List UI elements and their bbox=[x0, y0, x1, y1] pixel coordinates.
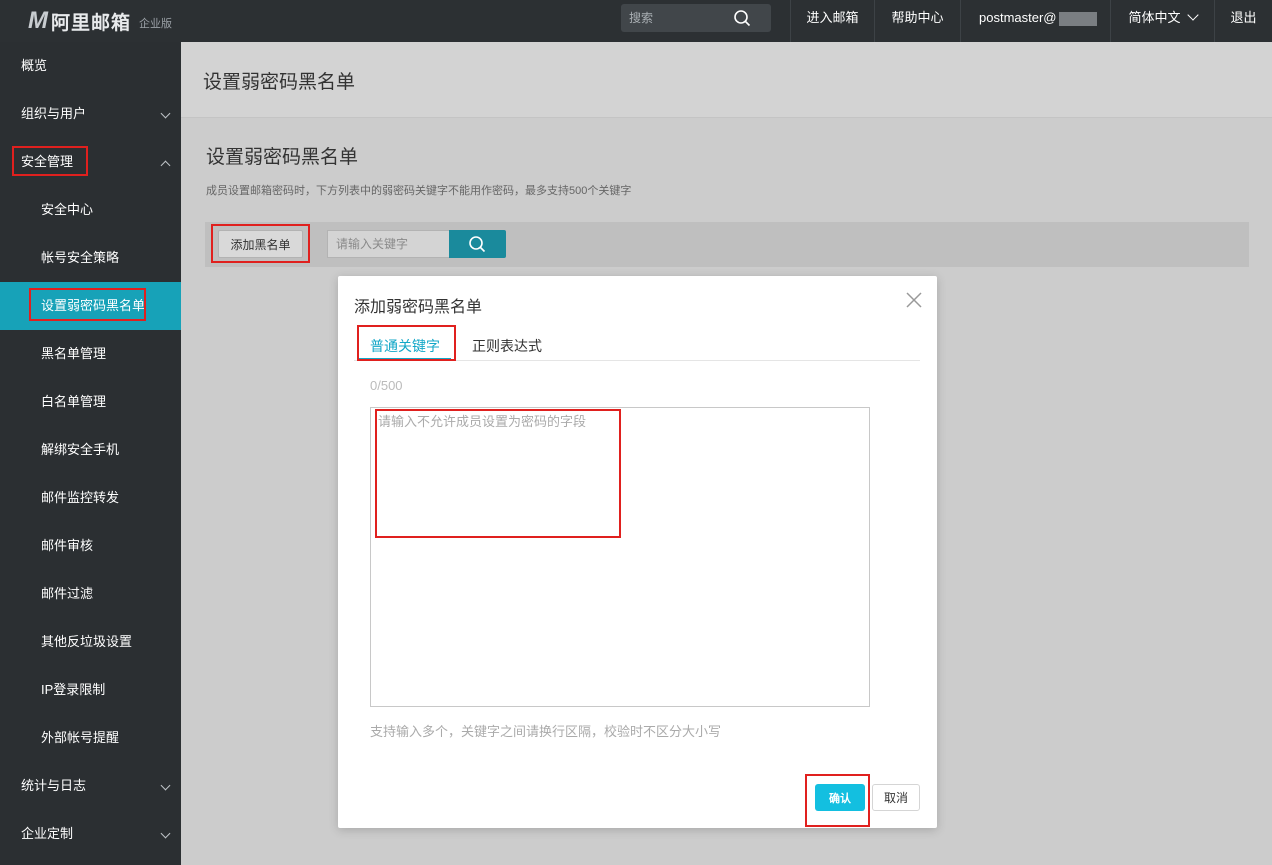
top-bar: M 阿里邮箱 企业版 进入邮箱 帮助中心 postmaster@ 简体中文 退出 bbox=[0, 0, 1272, 42]
logo[interactable]: M 阿里邮箱 企业版 bbox=[28, 7, 172, 35]
sidebar-item-whitelist[interactable]: 白名单管理 bbox=[0, 378, 181, 426]
chevron-down-icon bbox=[1186, 9, 1199, 21]
sidebar-item-security-center[interactable]: 安全中心 bbox=[0, 186, 181, 234]
chevron-up-icon bbox=[160, 160, 171, 171]
chevron-down-icon bbox=[160, 108, 171, 119]
page-header: 设置弱密码黑名单 bbox=[181, 42, 1272, 118]
top-search bbox=[621, 4, 771, 32]
cancel-button[interactable]: 取消 bbox=[872, 784, 920, 811]
sidebar-item-account-policy[interactable]: 帐号安全策略 bbox=[0, 234, 181, 282]
keyword-textarea[interactable] bbox=[370, 407, 870, 707]
nav-help-center[interactable]: 帮助中心 bbox=[874, 0, 960, 42]
toolbar: 添加黑名单 bbox=[205, 222, 1249, 267]
tab-normal-keyword[interactable]: 普通关键字 bbox=[370, 336, 440, 356]
sidebar-item-unbind-phone[interactable]: 解绑安全手机 bbox=[0, 426, 181, 474]
add-weak-password-dialog: 添加弱密码黑名单 普通关键字 正则表达式 0/500 支持输入多个，关键字之间请… bbox=[338, 276, 937, 828]
nav-user[interactable]: postmaster@ bbox=[960, 0, 1110, 42]
dialog-tabs: 普通关键字 正则表达式 bbox=[354, 332, 920, 361]
tab-regex[interactable]: 正则表达式 bbox=[472, 336, 542, 356]
keyword-search-button[interactable] bbox=[449, 230, 506, 258]
sidebar-item-label: 统计与日志 bbox=[21, 778, 87, 793]
close-icon[interactable] bbox=[905, 291, 923, 309]
sidebar-item-overview[interactable]: 概览 bbox=[0, 42, 181, 90]
nav-language[interactable]: 简体中文 bbox=[1110, 0, 1214, 42]
char-counter: 0/500 bbox=[370, 378, 403, 393]
logo-text: 阿里邮箱 bbox=[51, 12, 132, 34]
sidebar-item-external-account[interactable]: 外部帐号提醒 bbox=[0, 714, 181, 762]
edition-label: 企业版 bbox=[139, 18, 173, 30]
user-name: postmaster@ bbox=[979, 10, 1057, 25]
search-icon bbox=[469, 236, 486, 253]
add-blacklist-button[interactable]: 添加黑名单 bbox=[218, 230, 303, 258]
top-search-input[interactable] bbox=[629, 4, 729, 32]
sidebar-item-blacklist[interactable]: 黑名单管理 bbox=[0, 330, 181, 378]
chevron-down-icon bbox=[160, 780, 171, 791]
input-hint: 支持输入多个，关键字之间请换行区隔，校验时不区分大小写 bbox=[370, 724, 722, 739]
sidebar-item-anti-spam[interactable]: 其他反垃圾设置 bbox=[0, 618, 181, 666]
nav-logout[interactable]: 退出 bbox=[1214, 0, 1272, 42]
sidebar-item-weak-password[interactable]: 设置弱密码黑名单 bbox=[0, 282, 181, 330]
sidebar-item-label: 企业定制 bbox=[21, 826, 74, 841]
sidebar-item-label: 组织与用户 bbox=[21, 106, 87, 121]
sidebar-item-label: 安全管理 bbox=[21, 154, 74, 169]
dialog-title: 添加弱密码黑名单 bbox=[354, 299, 483, 316]
active-tab-indicator bbox=[358, 358, 451, 360]
confirm-button[interactable]: 确认 bbox=[815, 784, 865, 811]
section-title: 设置弱密码黑名单 bbox=[206, 147, 359, 168]
search-icon[interactable] bbox=[733, 9, 751, 27]
page-title: 设置弱密码黑名单 bbox=[203, 72, 356, 93]
chevron-down-icon bbox=[160, 828, 171, 839]
nav-enter-mailbox[interactable]: 进入邮箱 bbox=[790, 0, 874, 42]
sidebar: 概览 组织与用户 安全管理 安全中心 帐号安全策略 设置弱密码黑名单 黑名单管理… bbox=[0, 42, 181, 865]
user-domain-mask bbox=[1058, 11, 1097, 26]
logo-mark: M bbox=[28, 7, 48, 34]
sidebar-item-mail-filter[interactable]: 邮件过滤 bbox=[0, 570, 181, 618]
sidebar-item-mail-audit[interactable]: 邮件审核 bbox=[0, 522, 181, 570]
sidebar-item-security[interactable]: 安全管理 bbox=[0, 138, 181, 186]
sidebar-item-stats[interactable]: 统计与日志 bbox=[0, 762, 181, 810]
sidebar-item-mail-forward[interactable]: 邮件监控转发 bbox=[0, 474, 181, 522]
section-description: 成员设置邮箱密码时，下方列表中的弱密码关键字不能用作密码，最多支持500个关键字 bbox=[206, 185, 632, 197]
sidebar-item-custom[interactable]: 企业定制 bbox=[0, 810, 181, 858]
language-label: 简体中文 bbox=[1128, 10, 1181, 25]
sidebar-item-org[interactable]: 组织与用户 bbox=[0, 90, 181, 138]
sidebar-item-ip-limit[interactable]: IP登录限制 bbox=[0, 666, 181, 714]
keyword-search-input[interactable] bbox=[327, 230, 449, 258]
